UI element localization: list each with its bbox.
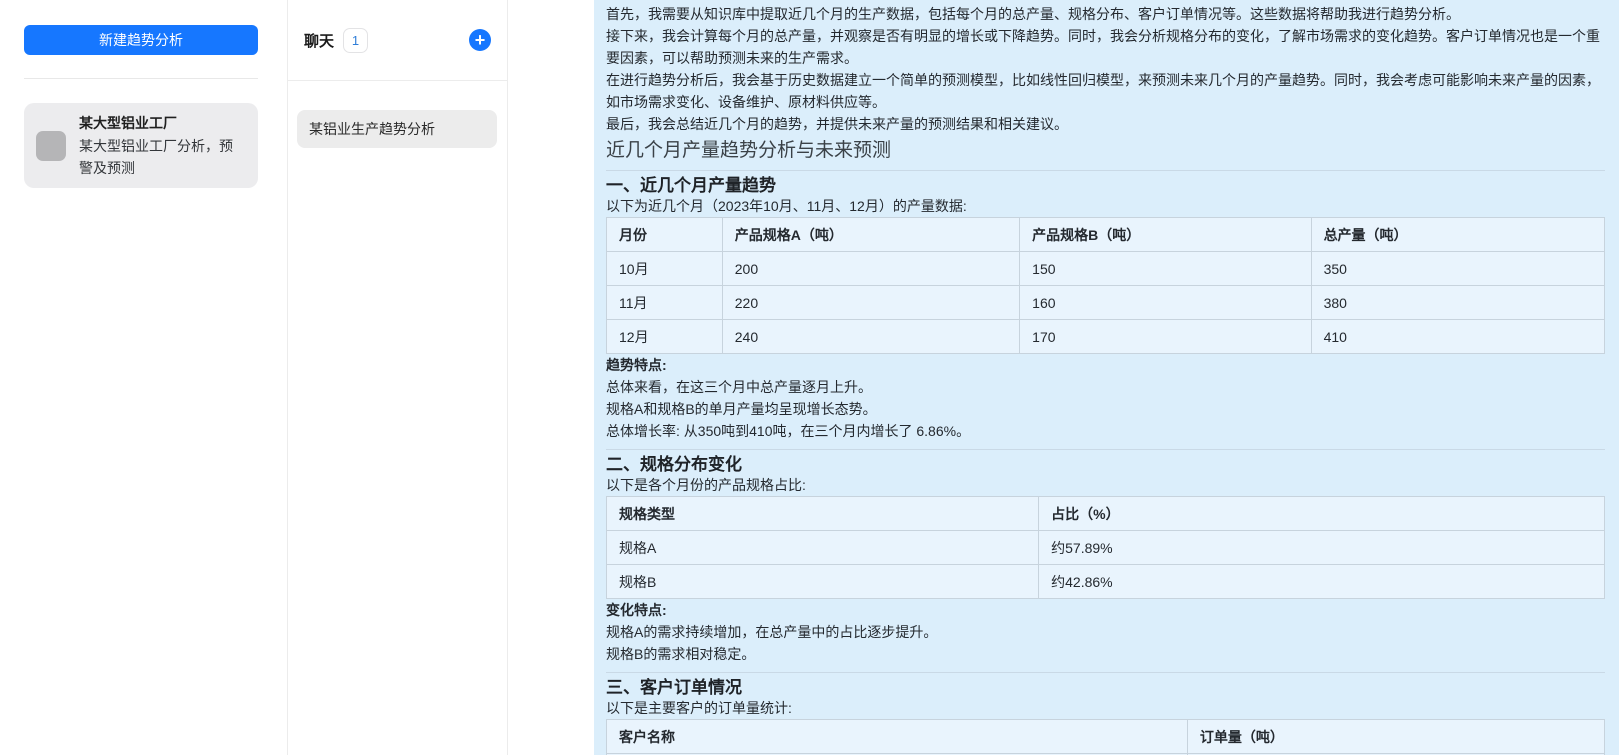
notes-label: 趋势特点:	[606, 354, 1605, 376]
column-header: 占比（%）	[1039, 497, 1605, 531]
note-line: 总体增长率: 从350吨到410吨，在三个月内增长了 6.86%。	[606, 420, 1605, 442]
thinking-paragraph: 首先，我需要从知识库中提取近几个月的生产数据，包括每个月的总产量、规格分布、客户…	[606, 3, 1605, 25]
agent-title: 某大型铝业工厂	[79, 113, 246, 133]
plus-icon: +	[475, 31, 486, 49]
note-line: 总体来看，在这三个月中总产量逐月上升。	[606, 376, 1605, 398]
chat-list-panel: 聊天 1 + 某铝业生产趋势分析	[288, 0, 508, 755]
column-header: 月份	[607, 218, 723, 252]
table-row: 规格A 约57.89%	[607, 531, 1605, 565]
table-caption: 以下为近几个月（2023年10月、11月、12月）的产量数据:	[606, 195, 1605, 217]
thinking-paragraph: 在进行趋势分析后，我会基于历史数据建立一个简单的预测模型，比如线性回归模型，来预…	[606, 69, 1605, 113]
table-caption: 以下是各个月份的产品规格占比:	[606, 474, 1605, 496]
note-line: 规格A的需求持续增加，在总产量中的占比逐步提升。	[606, 621, 1605, 643]
table-cell: 170	[1020, 320, 1311, 354]
note-line: 规格A和规格B的单月产量均呈现增长态势。	[606, 398, 1605, 420]
section-divider	[606, 672, 1605, 673]
table-cell: 350	[1311, 252, 1604, 286]
table-header-row: 客户名称 订单量（吨）	[607, 720, 1605, 754]
column-header: 订单量（吨）	[1187, 720, 1604, 754]
sidebar-divider	[24, 78, 258, 79]
table-cell: 规格B	[607, 565, 1039, 599]
chat-count-badge: 1	[343, 28, 368, 53]
table-row: 10月 200 150 350	[607, 252, 1605, 286]
table-row: 11月 220 160 380	[607, 286, 1605, 320]
table-header-row: 月份 产品规格A（吨） 产品规格B（吨） 总产量（吨）	[607, 218, 1605, 252]
report-title: 近几个月产量趋势分析与未来预测	[606, 139, 1605, 163]
new-trend-analysis-button[interactable]: 新建趋势分析	[24, 25, 258, 55]
analysis-content-panel[interactable]: 首先，我需要从知识库中提取近几个月的生产数据，包括每个月的总产量、规格分布、客户…	[594, 0, 1619, 755]
agent-card[interactable]: 某大型铝业工厂 某大型铝业工厂分析，预警及预测	[24, 103, 258, 188]
table-cell: 200	[722, 252, 1019, 286]
note-line: 规格B的需求相对稳定。	[606, 643, 1605, 665]
thinking-paragraph: 接下来，我会计算每个月的总产量，并观察是否有明显的增长或下降趋势。同时，我会分析…	[606, 25, 1605, 69]
thinking-paragraph: 最后，我会总结近几个月的趋势，并提供未来产量的预测结果和相关建议。	[606, 113, 1605, 135]
table-cell: 220	[722, 286, 1019, 320]
chat-item[interactable]: 某铝业生产趋势分析	[297, 110, 497, 148]
table-cell: 380	[1311, 286, 1604, 320]
table-cell: 约42.86%	[1039, 565, 1605, 599]
add-chat-button[interactable]: +	[469, 29, 491, 51]
table-row: 规格B 约42.86%	[607, 565, 1605, 599]
column-header: 产品规格A（吨）	[722, 218, 1019, 252]
table-cell: 160	[1020, 286, 1311, 320]
column-header: 总产量（吨）	[1311, 218, 1604, 252]
column-header: 规格类型	[607, 497, 1039, 531]
customer-orders-table: 客户名称 订单量（吨）	[606, 719, 1605, 755]
agents-sidebar: 新建趋势分析 某大型铝业工厂 某大型铝业工厂分析，预警及预测	[0, 0, 288, 755]
table-cell: 410	[1311, 320, 1604, 354]
table-cell: 240	[722, 320, 1019, 354]
section-heading-production-trend: 一、近几个月产量趋势	[606, 177, 1605, 195]
column-header: 产品规格B（吨）	[1020, 218, 1311, 252]
table-cell: 约57.89%	[1039, 531, 1605, 565]
table-cell: 10月	[607, 252, 723, 286]
table-cell: 12月	[607, 320, 723, 354]
chat-header-label: 聊天	[304, 30, 334, 51]
section-divider	[606, 170, 1605, 171]
section-heading-customer-orders: 三、客户订单情况	[606, 679, 1605, 697]
chat-list: 某铝业生产趋势分析	[288, 81, 507, 148]
table-row: 12月 240 170 410	[607, 320, 1605, 354]
table-cell: 150	[1020, 252, 1311, 286]
table-header-row: 规格类型 占比（%）	[607, 497, 1605, 531]
agent-avatar	[36, 131, 66, 161]
table-caption: 以下是主要客户的订单量统计:	[606, 697, 1605, 719]
agent-info: 某大型铝业工厂 某大型铝业工厂分析，预警及预测	[79, 113, 246, 179]
table-cell: 规格A	[607, 531, 1039, 565]
agent-description: 某大型铝业工厂分析，预警及预测	[79, 135, 246, 179]
table-cell: 11月	[607, 286, 723, 320]
column-header: 客户名称	[607, 720, 1188, 754]
section-heading-spec-distribution: 二、规格分布变化	[606, 456, 1605, 474]
spec-ratio-table: 规格类型 占比（%） 规格A 约57.89% 规格B 约42.86%	[606, 496, 1605, 599]
chat-list-header: 聊天 1 +	[288, 0, 507, 81]
notes-label: 变化特点:	[606, 599, 1605, 621]
production-table: 月份 产品规格A（吨） 产品规格B（吨） 总产量（吨） 10月 200 150 …	[606, 217, 1605, 354]
section-divider	[606, 449, 1605, 450]
